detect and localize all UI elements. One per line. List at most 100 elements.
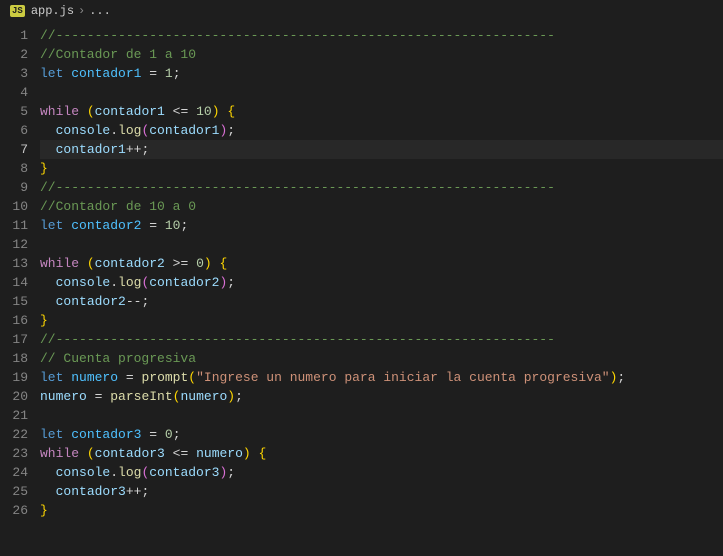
code-line[interactable]: while (contador2 >= 0) { (40, 254, 723, 273)
line-number[interactable]: 11 (0, 216, 28, 235)
code-line[interactable]: console.log(contador2); (40, 273, 723, 292)
line-number[interactable]: 10 (0, 197, 28, 216)
code-line[interactable]: //Contador de 1 a 10 (40, 45, 723, 64)
code-line[interactable]: //--------------------------------------… (40, 26, 723, 45)
token: let (40, 427, 63, 442)
line-number[interactable]: 21 (0, 406, 28, 425)
token: console (56, 275, 111, 290)
token: } (40, 313, 48, 328)
code-line[interactable]: } (40, 501, 723, 520)
line-number[interactable]: 5 (0, 102, 28, 121)
code-line[interactable]: contador3++; (40, 482, 723, 501)
code-line[interactable]: numero = parseInt(numero); (40, 387, 723, 406)
line-number[interactable]: 3 (0, 64, 28, 83)
token: contador2 (71, 218, 141, 233)
code-line[interactable]: let contador3 = 0; (40, 425, 723, 444)
token (118, 370, 126, 385)
code-line[interactable]: //Contador de 10 a 0 (40, 197, 723, 216)
code-line[interactable]: let contador2 = 10; (40, 216, 723, 235)
token: 10 (165, 218, 181, 233)
token: numero (180, 389, 227, 404)
token: <= (173, 104, 189, 119)
code-line[interactable]: while (contador1 <= 10) { (40, 102, 723, 121)
line-number[interactable]: 12 (0, 235, 28, 254)
token: let (40, 370, 63, 385)
token: ; (227, 123, 235, 138)
line-number[interactable]: 18 (0, 349, 28, 368)
token: 0 (196, 256, 204, 271)
code-editor[interactable]: 1234567891011121314151617181920212223242… (0, 22, 723, 556)
line-number[interactable]: 24 (0, 463, 28, 482)
token: numero (196, 446, 243, 461)
line-number[interactable]: 19 (0, 368, 28, 387)
line-number[interactable]: 25 (0, 482, 28, 501)
token: contador3 (95, 446, 165, 461)
token: console (56, 123, 111, 138)
code-area[interactable]: //--------------------------------------… (40, 22, 723, 556)
line-number[interactable]: 4 (0, 83, 28, 102)
line-number[interactable]: 16 (0, 311, 28, 330)
line-number[interactable]: 14 (0, 273, 28, 292)
code-line[interactable]: let contador1 = 1; (40, 64, 723, 83)
code-line[interactable]: } (40, 311, 723, 330)
token (157, 66, 165, 81)
token (40, 465, 56, 480)
code-line[interactable]: console.log(contador1); (40, 121, 723, 140)
line-number[interactable]: 1 (0, 26, 28, 45)
token: 1 (165, 66, 173, 81)
line-number[interactable]: 13 (0, 254, 28, 273)
token (79, 104, 87, 119)
code-line[interactable]: //--------------------------------------… (40, 178, 723, 197)
code-line[interactable] (40, 406, 723, 425)
code-line[interactable]: console.log(contador3); (40, 463, 723, 482)
token: console (56, 465, 111, 480)
token: let (40, 66, 63, 81)
line-number[interactable]: 23 (0, 444, 28, 463)
code-line[interactable]: // Cuenta progresiva (40, 349, 723, 368)
token: >= (173, 256, 189, 271)
token: ( (87, 446, 95, 461)
breadcrumb-more[interactable]: ... (89, 4, 111, 18)
token: parseInt (110, 389, 172, 404)
code-line[interactable]: while (contador3 <= numero) { (40, 444, 723, 463)
line-number[interactable]: 6 (0, 121, 28, 140)
code-line[interactable] (40, 235, 723, 254)
code-line[interactable]: //--------------------------------------… (40, 330, 723, 349)
token (165, 104, 173, 119)
code-line[interactable]: contador1++; (40, 140, 723, 159)
line-number[interactable]: 15 (0, 292, 28, 311)
line-number[interactable]: 20 (0, 387, 28, 406)
line-number[interactable]: 17 (0, 330, 28, 349)
token: contador1 (149, 123, 219, 138)
token: //Contador de 1 a 10 (40, 47, 196, 62)
token: ; (617, 370, 625, 385)
token: // Cuenta progresiva (40, 351, 196, 366)
code-line[interactable] (40, 83, 723, 102)
token (188, 104, 196, 119)
token: contador2 (149, 275, 219, 290)
line-number[interactable]: 7 (0, 140, 28, 159)
breadcrumb[interactable]: JS app.js › ... (0, 0, 723, 22)
token: contador3 (149, 465, 219, 480)
code-line[interactable]: contador2--; (40, 292, 723, 311)
line-number[interactable]: 2 (0, 45, 28, 64)
code-line[interactable]: let numero = prompt("Ingrese un numero p… (40, 368, 723, 387)
breadcrumb-file[interactable]: app.js (31, 4, 74, 18)
token: ; (173, 66, 181, 81)
token: log (118, 275, 141, 290)
code-line[interactable]: } (40, 159, 723, 178)
token: ; (141, 294, 149, 309)
token: ; (180, 218, 188, 233)
line-number[interactable]: 26 (0, 501, 28, 520)
token: ++ (126, 484, 142, 499)
token: ++ (126, 142, 142, 157)
token (157, 427, 165, 442)
token: ( (87, 256, 95, 271)
line-number-gutter[interactable]: 1234567891011121314151617181920212223242… (0, 22, 40, 556)
line-number[interactable]: 8 (0, 159, 28, 178)
token: = (126, 370, 134, 385)
line-number[interactable]: 22 (0, 425, 28, 444)
token: contador1 (71, 66, 141, 81)
line-number[interactable]: 9 (0, 178, 28, 197)
token: ; (227, 275, 235, 290)
